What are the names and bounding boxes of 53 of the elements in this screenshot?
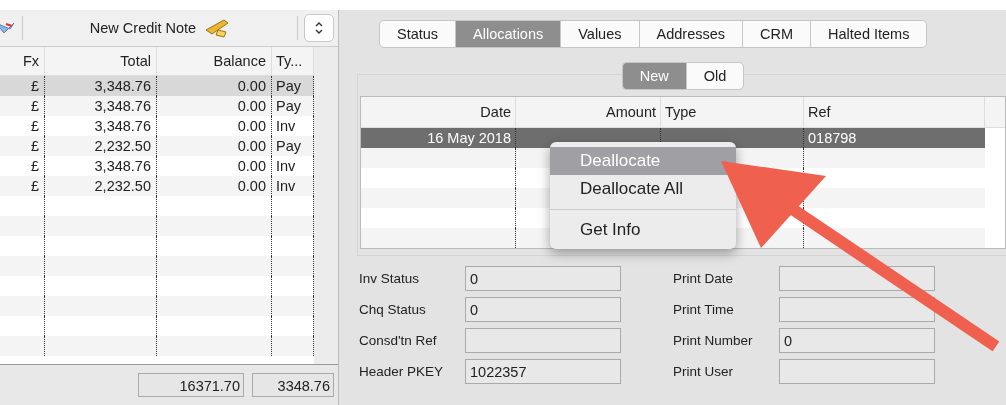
column-header[interactable]: Fx bbox=[0, 47, 45, 75]
menu-item[interactable]: Deallocate All bbox=[550, 175, 736, 203]
table-row[interactable]: 16 May 2018 018798 bbox=[361, 128, 985, 148]
table-cell: Pay bbox=[272, 96, 314, 116]
column-header[interactable]: Date bbox=[361, 97, 516, 127]
field-label: Print Time bbox=[673, 302, 735, 317]
total-field: 3348.76 bbox=[252, 373, 334, 397]
input-field[interactable] bbox=[779, 359, 935, 384]
table-row[interactable]: £ 3,348.76 0.00 Pay bbox=[0, 96, 314, 116]
table-cell: 2,232.50 bbox=[45, 176, 157, 196]
table-cell: £ bbox=[0, 96, 45, 116]
column-header[interactable]: Amount bbox=[516, 97, 661, 127]
field-label: Print Number bbox=[673, 333, 754, 348]
field-label: Inv Status bbox=[359, 271, 421, 286]
input-field[interactable]: 0 bbox=[465, 297, 621, 322]
table-row[interactable]: £ 2,232.50 0.00 Pay bbox=[0, 136, 314, 156]
table-cell: 0.00 bbox=[157, 176, 272, 196]
table-cell: £ bbox=[0, 176, 45, 196]
table-row[interactable]: £ 3,348.76 0.00 Pay bbox=[0, 76, 314, 96]
stepper-button[interactable] bbox=[304, 14, 334, 42]
segment-button[interactable]: Old bbox=[685, 62, 745, 90]
tab[interactable]: Addresses bbox=[639, 20, 743, 48]
field-label: Consd'tn Ref bbox=[359, 333, 438, 348]
table-cell: 3,348.76 bbox=[45, 96, 157, 116]
column-header[interactable]: Type bbox=[661, 97, 804, 127]
tab[interactable]: CRM bbox=[743, 20, 812, 48]
table-cell: 0.00 bbox=[157, 136, 272, 156]
field-label: Print Date bbox=[673, 271, 735, 286]
tab[interactable]: Values bbox=[561, 20, 640, 48]
column-header[interactable]: Balance bbox=[157, 47, 272, 75]
table-cell: £ bbox=[0, 136, 45, 156]
table-cell: 0.00 bbox=[157, 96, 272, 116]
field-label: Header PKEY bbox=[359, 364, 445, 379]
table-row[interactable]: £ 2,232.50 0.00 Inv bbox=[0, 176, 314, 196]
column-header[interactable]: Total bbox=[45, 47, 157, 75]
menu-item[interactable]: Get Info bbox=[550, 216, 736, 244]
table-cell: Inv bbox=[272, 176, 314, 196]
column-header[interactable]: Ty... bbox=[272, 47, 314, 75]
input-field[interactable] bbox=[465, 328, 621, 353]
input-field[interactable] bbox=[779, 297, 935, 322]
input-field[interactable]: 0 bbox=[465, 266, 621, 291]
total-field: 16371.70 bbox=[138, 373, 244, 397]
table-cell: 2,232.50 bbox=[45, 136, 157, 156]
field-label: Print User bbox=[673, 364, 734, 379]
tab[interactable]: Halted Items bbox=[811, 20, 928, 48]
column-header[interactable]: Ref bbox=[804, 97, 985, 127]
input-field[interactable]: 1022357 bbox=[465, 359, 621, 384]
input-field[interactable]: 0 bbox=[779, 328, 935, 353]
up-down-icon bbox=[314, 20, 324, 36]
field-label: Chq Status bbox=[359, 302, 427, 317]
table-cell: Pay bbox=[272, 136, 314, 156]
tab[interactable]: Status bbox=[379, 20, 457, 48]
table-cell-text: 018798 bbox=[807, 129, 858, 148]
